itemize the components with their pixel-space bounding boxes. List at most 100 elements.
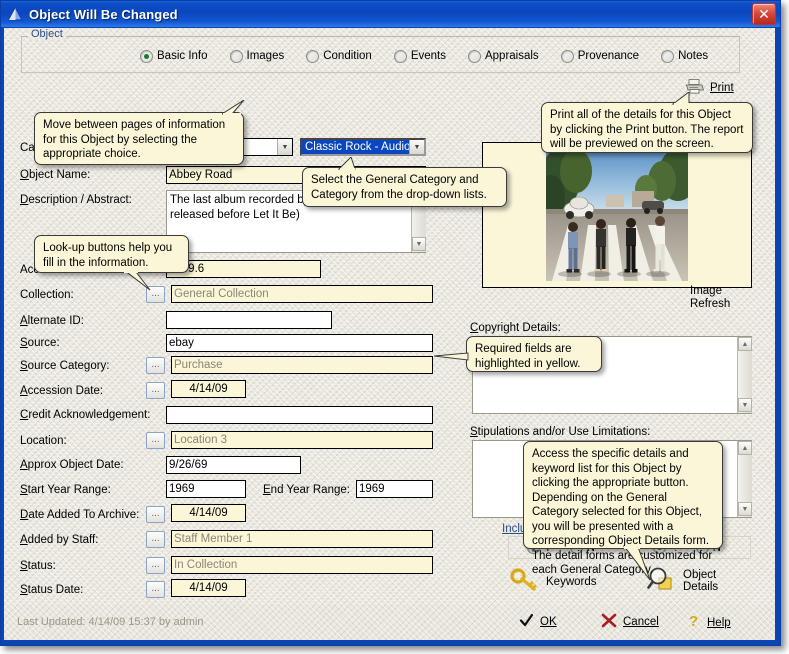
alternate-id-label: Alternate ID: <box>20 315 84 327</box>
callout-lookup-tail <box>123 269 154 295</box>
status-date-label: Status Date: <box>20 584 84 596</box>
last-updated-text: Last Updated: 4/14/09 15:37 by admin <box>17 616 204 628</box>
callout-tabs-text: Move between pages of information for th… <box>43 119 226 160</box>
radio-notes[interactable] <box>661 49 675 63</box>
source-input[interactable]: ebay <box>166 334 433 352</box>
date-added-lookup-button[interactable]: ... <box>146 506 165 523</box>
category-combo[interactable]: Classic Rock - Audio ▼ <box>300 138 426 156</box>
copyright-scrollbar[interactable]: ▲ ▼ <box>737 337 752 413</box>
stipulations-scrollbar[interactable]: ▲ ▼ <box>737 441 752 517</box>
credit-input[interactable] <box>166 406 433 424</box>
ok-label: OK <box>540 616 557 628</box>
tab-label: Condition <box>323 50 372 62</box>
tab-notes[interactable]: Notes <box>661 49 708 63</box>
ok-button[interactable]: OK <box>519 613 557 631</box>
stipulations-label: Stipulations and/or Use Limitations: <box>470 426 651 438</box>
callout-object-details: Access the specific details and keyword … <box>523 441 723 576</box>
accession-date-lookup-button[interactable]: ... <box>146 382 165 399</box>
callout-required-text: Required fields are highlighted in yello… <box>475 343 581 370</box>
callout-category: Select the General Category and Category… <box>302 167 507 207</box>
tab-condition[interactable]: Condition <box>306 49 372 63</box>
tab-appraisals[interactable]: Appraisals <box>467 49 539 63</box>
callout-required-tail <box>433 352 470 365</box>
object-tab-group: Basic Info Images Condition Events Appra… <box>21 36 740 73</box>
status-bar: Last Updated: 4/14/09 15:37 by admin OK … <box>4 605 775 640</box>
copyright-details-label: Copyright Details: <box>470 322 561 334</box>
date-added-input[interactable]: 4/14/09 <box>171 504 246 522</box>
status-input[interactable]: In Collection <box>171 556 433 574</box>
object-details-line1: Object <box>683 568 717 581</box>
callout-print: Print all of the details for this Object… <box>541 102 753 153</box>
description-label: Description / Abstract: <box>20 194 132 206</box>
callout-category-text: Select the General Category and Category… <box>311 174 487 201</box>
radio-condition[interactable] <box>306 49 320 63</box>
accession-number-input[interactable]: 2009.6 <box>166 260 321 278</box>
accession-date-input[interactable]: 4/14/09 <box>171 380 246 398</box>
approx-object-date-input[interactable]: 9/26/69 <box>166 456 301 474</box>
chevron-down-icon[interactable]: ▼ <box>409 140 424 154</box>
object-image-frame[interactable] <box>482 142 752 288</box>
added-by-staff-input[interactable]: Staff Member 1 <box>171 530 433 548</box>
status-lookup-button[interactable]: ... <box>146 557 165 574</box>
radio-provenance[interactable] <box>560 49 574 63</box>
collection-input[interactable]: General Collection <box>171 285 433 303</box>
start-year-input[interactable]: 1969 <box>166 480 246 498</box>
alternate-id-input[interactable] <box>166 311 332 329</box>
tab-provenance[interactable]: Provenance <box>560 49 640 63</box>
dialog-window: Object Will Be Changed ✕ Basic Info Imag… <box>0 0 781 646</box>
scroll-up-icon[interactable]: ▲ <box>738 441 752 455</box>
category-value: Classic Rock - Audio <box>302 140 409 154</box>
scroll-down-icon[interactable]: ▼ <box>412 237 426 251</box>
callout-lookup: Look-up buttons help you fill in the inf… <box>34 235 189 273</box>
scroll-down-icon[interactable]: ▼ <box>738 398 752 412</box>
image-refresh-line1: Image <box>690 285 722 297</box>
object-details-line2: Details <box>683 580 719 593</box>
location-input[interactable]: Location 3 <box>171 431 433 449</box>
radio-appraisals[interactable] <box>467 49 481 63</box>
help-label: Help <box>707 616 731 629</box>
status-date-input[interactable]: 4/14/09 <box>171 579 246 597</box>
group-legend: Object <box>28 28 66 40</box>
status-date-lookup-button[interactable]: ... <box>146 581 165 598</box>
x-icon <box>601 613 617 631</box>
image-refresh-button[interactable]: Image Refresh <box>690 285 752 311</box>
radio-images[interactable] <box>229 49 243 63</box>
scroll-up-icon[interactable]: ▲ <box>738 337 752 351</box>
callout-object-details-text: Access the specific details and keyword … <box>532 448 713 576</box>
location-lookup-button[interactable]: ... <box>146 432 165 449</box>
callout-object-details-tail <box>622 545 656 585</box>
chevron-down-icon[interactable]: ▼ <box>277 139 292 155</box>
radio-events[interactable] <box>393 49 407 63</box>
tab-basic-info[interactable]: Basic Info <box>140 49 208 63</box>
status-label: Status: <box>20 560 56 572</box>
window-title: Object Will Be Changed <box>29 6 178 22</box>
radio-basic-info[interactable] <box>140 49 153 63</box>
callout-tabs: Move between pages of information for th… <box>34 112 244 165</box>
end-year-input[interactable]: 1969 <box>356 480 433 498</box>
source-category-lookup-button[interactable]: ... <box>146 357 165 374</box>
added-by-staff-lookup-button[interactable]: ... <box>146 531 165 548</box>
question-mark-icon: ? <box>688 613 701 632</box>
tab-events[interactable]: Events <box>393 49 446 63</box>
description-line-2: released before Let It Be) <box>170 209 300 221</box>
object-details-button[interactable]: Object Details <box>647 566 718 595</box>
date-added-label: Date Added To Archive: <box>20 509 140 521</box>
source-category-label: Source Category: <box>20 360 110 372</box>
source-category-input[interactable]: Purchase <box>171 356 433 374</box>
svg-text:?: ? <box>689 613 698 629</box>
tab-images[interactable]: Images <box>229 49 284 63</box>
start-year-label: Start Year Range: <box>20 484 111 496</box>
callout-category-tail <box>337 156 359 174</box>
help-button[interactable]: ? Help <box>688 613 731 632</box>
close-button[interactable]: ✕ <box>752 3 776 25</box>
object-name-label: Object Name: <box>20 169 91 181</box>
tab-label: Provenance <box>577 50 640 62</box>
cancel-label: Cancel <box>623 616 659 628</box>
callout-print-text: Print all of the details for this Object… <box>550 109 744 150</box>
tab-label: Appraisals <box>484 50 539 62</box>
cancel-button[interactable]: Cancel <box>601 613 659 631</box>
scroll-down-icon[interactable]: ▼ <box>738 502 752 516</box>
credit-label: Credit Acknowledgement: <box>20 409 151 421</box>
tab-label: Basic Info <box>157 50 208 62</box>
end-year-label: End Year Range: <box>263 484 350 496</box>
